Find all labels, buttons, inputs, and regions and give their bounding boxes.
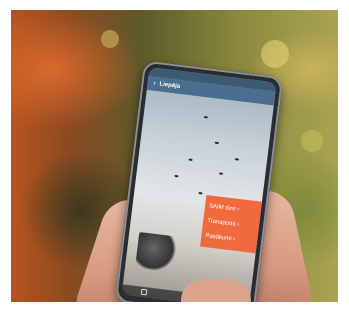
bokeh-highlight: [101, 30, 119, 48]
menu-item-transports[interactable]: Transports ›: [207, 218, 255, 230]
menu-item-pasakumi[interactable]: Pasākumi ›: [205, 233, 253, 245]
app-title: Liepāja: [159, 81, 181, 90]
recent-apps-icon[interactable]: [140, 288, 148, 296]
bird-shape: [218, 172, 224, 175]
menu-item-saim-ture[interactable]: SAIM tūre ›: [209, 204, 257, 216]
rock-jetty: [134, 232, 180, 273]
bird-shape: [203, 116, 208, 119]
quick-menu-panel: SAIM tūre › Transports › Pasākumi ›: [200, 194, 262, 254]
bird-shape: [174, 174, 179, 178]
menu-item-label: Pasākumi ›: [205, 232, 236, 243]
bokeh-highlight: [301, 130, 323, 152]
photo-background: ‹ Liepāja SAIM tūre › Transports › Pasāk…: [11, 10, 338, 302]
phone-screen: ‹ Liepāja SAIM tūre › Transports › Pasāk…: [121, 67, 277, 302]
bird-shape: [188, 158, 193, 161]
bird-shape: [198, 191, 203, 195]
menu-item-label: SAIM tūre ›: [208, 203, 240, 214]
thumb: [181, 280, 251, 302]
back-icon[interactable]: ‹: [153, 81, 156, 87]
bokeh-highlight: [261, 40, 289, 68]
menu-item-label: Transports ›: [206, 218, 240, 229]
bird-shape: [234, 158, 240, 161]
smartphone: ‹ Liepāja SAIM tūre › Transports › Pasāk…: [114, 60, 284, 302]
bird-shape: [214, 141, 219, 145]
